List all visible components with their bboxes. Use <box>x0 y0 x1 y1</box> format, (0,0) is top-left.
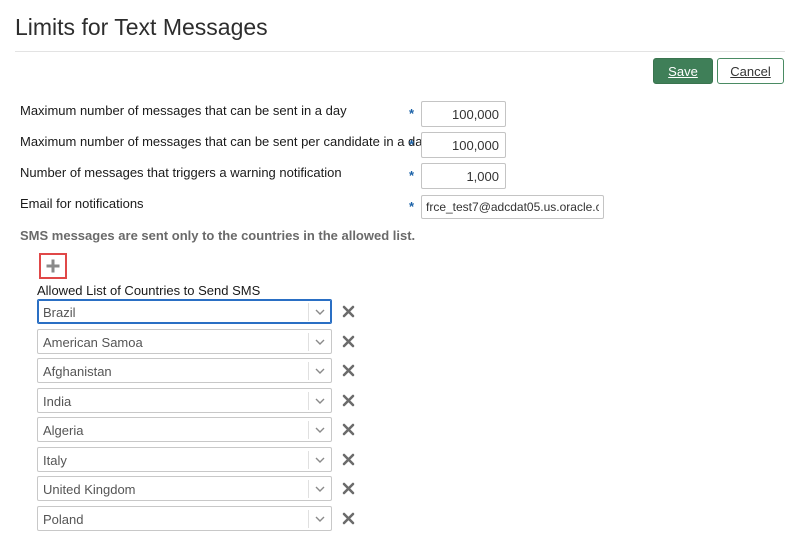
required-marker: * <box>409 137 415 152</box>
remove-country-button[interactable] <box>340 480 357 497</box>
notification-email-label: Email for notifications <box>20 196 144 211</box>
max-per-day-input[interactable] <box>421 101 506 127</box>
close-icon <box>342 335 355 348</box>
add-country-button[interactable] <box>39 253 67 279</box>
country-row: American Samoa <box>37 329 357 354</box>
close-icon <box>342 512 355 525</box>
remove-country-button[interactable] <box>340 362 357 379</box>
plus-icon <box>46 259 60 273</box>
page-title: Limits for Text Messages <box>15 14 268 40</box>
chevron-down-icon[interactable] <box>313 453 327 467</box>
country-select[interactable]: Brazil <box>37 299 332 324</box>
country-select-value: Brazil <box>43 305 76 320</box>
country-row: Brazil <box>37 299 357 324</box>
remove-country-button[interactable] <box>340 451 357 468</box>
select-divider <box>308 421 309 439</box>
country-select-value: Italy <box>43 453 67 468</box>
required-marker: * <box>409 199 415 214</box>
country-select-value: Afghanistan <box>43 364 112 379</box>
chevron-down-icon[interactable] <box>313 364 327 378</box>
country-select-value: Algeria <box>43 423 84 438</box>
sms-note: SMS messages are sent only to the countr… <box>20 228 416 243</box>
country-select[interactable]: Italy <box>37 447 332 472</box>
country-row: India <box>37 388 357 413</box>
country-row: United Kingdom <box>37 476 357 501</box>
cancel-button[interactable]: Cancel <box>717 58 784 84</box>
close-icon <box>342 394 355 407</box>
save-button[interactable]: Save <box>653 58 713 84</box>
country-select[interactable]: United Kingdom <box>37 476 332 501</box>
notification-email-input[interactable] <box>421 195 604 219</box>
warning-threshold-label: Number of messages that triggers a warni… <box>20 165 342 180</box>
required-marker: * <box>409 106 415 121</box>
select-divider <box>308 303 309 321</box>
required-marker: * <box>409 168 415 183</box>
max-per-day-label: Maximum number of messages that can be s… <box>20 103 347 118</box>
remove-country-button[interactable] <box>340 510 357 527</box>
chevron-down-icon[interactable] <box>313 423 327 437</box>
select-divider <box>308 392 309 410</box>
chevron-down-icon[interactable] <box>313 305 327 319</box>
max-per-candidate-input[interactable] <box>421 132 506 158</box>
chevron-down-icon[interactable] <box>313 512 327 526</box>
remove-country-button[interactable] <box>340 392 357 409</box>
country-row: Italy <box>37 447 357 472</box>
chevron-down-icon[interactable] <box>313 335 327 349</box>
close-icon <box>342 482 355 495</box>
select-divider <box>308 451 309 469</box>
country-select-value: American Samoa <box>43 335 143 350</box>
title-divider <box>15 51 785 52</box>
country-select[interactable]: Poland <box>37 506 332 531</box>
country-select[interactable]: Afghanistan <box>37 358 332 383</box>
country-row: Afghanistan <box>37 358 357 383</box>
country-row: Algeria <box>37 417 357 442</box>
select-divider <box>308 480 309 498</box>
country-select[interactable]: India <box>37 388 332 413</box>
remove-country-button[interactable] <box>340 303 357 320</box>
close-icon <box>342 305 355 318</box>
chevron-down-icon[interactable] <box>313 394 327 408</box>
select-divider <box>308 510 309 528</box>
select-divider <box>308 333 309 351</box>
chevron-down-icon[interactable] <box>313 482 327 496</box>
country-select[interactable]: American Samoa <box>37 329 332 354</box>
max-per-candidate-label: Maximum number of messages that can be s… <box>20 134 429 149</box>
select-divider <box>308 362 309 380</box>
close-icon <box>342 453 355 466</box>
allowed-countries-label: Allowed List of Countries to Send SMS <box>37 283 261 298</box>
country-select-value: Poland <box>43 512 84 527</box>
remove-country-button[interactable] <box>340 421 357 438</box>
remove-country-button[interactable] <box>340 333 357 350</box>
country-select-value: United Kingdom <box>43 482 136 497</box>
close-icon <box>342 364 355 377</box>
country-select[interactable]: Algeria <box>37 417 332 442</box>
country-select-value: India <box>43 394 72 409</box>
country-row: Poland <box>37 506 357 531</box>
warning-threshold-input[interactable] <box>421 163 506 189</box>
close-icon <box>342 423 355 436</box>
